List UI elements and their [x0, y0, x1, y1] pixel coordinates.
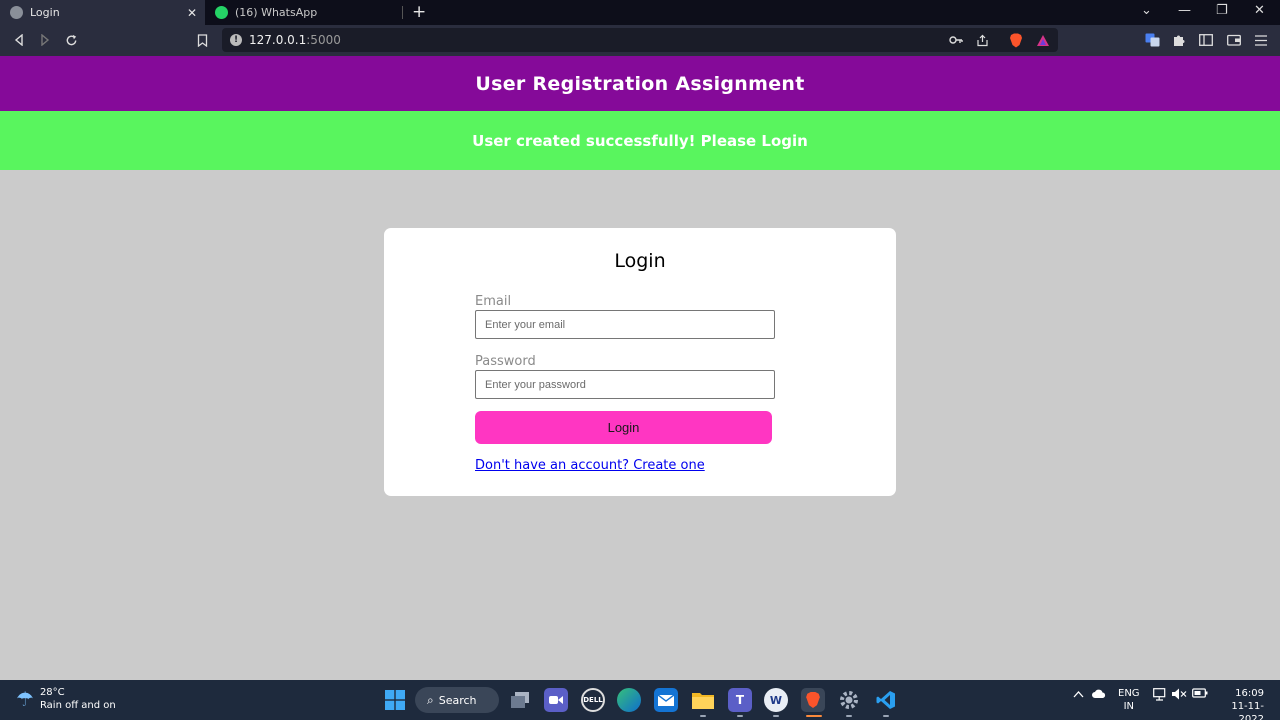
share-icon[interactable] [974, 32, 990, 48]
back-button[interactable] [10, 31, 28, 49]
running-indicator [883, 715, 889, 717]
dell-icon[interactable]: DELL [581, 688, 605, 712]
taskbar-search[interactable]: ⌕ Search [415, 687, 499, 713]
create-account-link[interactable]: Don't have an account? Create one [475, 458, 705, 473]
tab-title: (16) WhatsApp [235, 6, 318, 19]
network-icon[interactable] [1153, 688, 1167, 704]
maximize-button[interactable]: ❐ [1216, 3, 1228, 18]
close-tab-icon[interactable]: ✕ [183, 6, 201, 20]
language-region: IN [1123, 701, 1134, 712]
language-code: ENG [1118, 688, 1140, 699]
brave-rewards-icon[interactable] [1035, 32, 1051, 48]
running-indicator [737, 715, 743, 717]
page-title: User Registration Assignment [475, 72, 805, 95]
tab-separator [402, 6, 403, 19]
windows-icon [385, 690, 405, 710]
reload-icon [66, 34, 76, 45]
brave-icon[interactable] [801, 688, 825, 712]
language-indicator[interactable]: ENG IN [1118, 687, 1140, 713]
weather-temperature: 28°C [39, 687, 65, 698]
site-header: User Registration Assignment [0, 56, 1280, 111]
password-label: Password [475, 354, 536, 369]
site-info-icon[interactable]: ! [230, 34, 242, 46]
meet-icon[interactable] [544, 688, 568, 712]
reload-button[interactable] [62, 31, 80, 49]
back-icon [14, 34, 23, 46]
running-indicator [700, 715, 706, 717]
mail-icon[interactable] [654, 688, 678, 712]
search-label: Search [438, 693, 477, 707]
volume-muted-icon[interactable] [1172, 688, 1187, 703]
clock-date: 11-11-2022 [1231, 701, 1264, 720]
edge-icon[interactable] [617, 688, 641, 712]
settings-icon[interactable] [837, 688, 861, 712]
tab-whatsapp[interactable]: (16) WhatsApp [205, 0, 403, 25]
email-input[interactable] [475, 310, 775, 339]
password-input[interactable] [475, 370, 775, 399]
url-text: 127.0.0.1:5000 [249, 33, 341, 47]
wallet-icon[interactable] [1225, 31, 1243, 49]
active-indicator [806, 715, 822, 717]
login-heading: Login [614, 250, 666, 272]
battery-icon[interactable] [1192, 688, 1208, 701]
file-explorer-icon[interactable] [691, 688, 715, 712]
system-clock[interactable]: 16:09 11-11-2022 [1216, 687, 1264, 720]
clock-time: 16:09 [1235, 688, 1264, 699]
login-button[interactable]: Login [475, 411, 772, 444]
new-tab-button[interactable]: + [412, 2, 426, 22]
extensions-icon[interactable] [1170, 31, 1188, 49]
globe-icon [10, 6, 23, 19]
key-icon[interactable] [948, 32, 964, 48]
tab-search-button[interactable]: ⌄ [1141, 3, 1152, 18]
bookmark-button[interactable] [193, 31, 211, 49]
login-card: Login Email Password Login Don't have an… [384, 228, 896, 496]
tab-login[interactable]: Login ✕ [0, 0, 205, 25]
windows-taskbar: ☂ 28°C Rain off and on ⌕ Search DELL T W [0, 680, 1280, 720]
bookmark-icon [197, 33, 207, 47]
teams-icon[interactable]: T [728, 688, 752, 712]
running-indicator [846, 715, 852, 717]
running-indicator [773, 715, 779, 717]
sidebar-icon[interactable] [1197, 31, 1215, 49]
browser-tab-strip: Login ✕ (16) WhatsApp + ⌄ — ❐ ✕ [0, 0, 1280, 25]
flash-text: User created successfully! Please Login [472, 131, 808, 150]
address-bar[interactable]: ! 127.0.0.1:5000 [222, 28, 1058, 52]
forward-icon [41, 34, 50, 46]
url-port: :5000 [306, 33, 341, 47]
umbrella-icon: ☂ [16, 687, 34, 711]
minimize-button[interactable]: — [1178, 3, 1191, 18]
brave-shields-icon[interactable] [1008, 32, 1024, 48]
whatsapp-icon [215, 6, 228, 19]
email-label: Email [475, 294, 512, 309]
close-window-button[interactable]: ✕ [1254, 3, 1265, 18]
show-hidden-icons[interactable] [1073, 688, 1084, 701]
browser-toolbar: ! 127.0.0.1:5000 [0, 25, 1280, 56]
weather-widget[interactable]: ☂ 28°C Rain off and on [16, 686, 116, 712]
translate-icon[interactable] [1143, 31, 1161, 49]
task-view-icon[interactable] [508, 688, 532, 712]
search-icon: ⌕ [427, 692, 434, 707]
onedrive-icon[interactable] [1092, 688, 1106, 701]
word-icon[interactable]: W [764, 688, 788, 712]
weather-description: Rain off and on [39, 700, 116, 711]
forward-button[interactable] [36, 31, 54, 49]
url-host: 127.0.0.1 [249, 33, 307, 47]
vscode-icon[interactable] [874, 688, 898, 712]
success-flash-message: User created successfully! Please Login [0, 111, 1280, 170]
tab-title: Login [30, 6, 60, 19]
menu-icon[interactable] [1252, 31, 1270, 49]
start-button[interactable] [383, 688, 407, 712]
